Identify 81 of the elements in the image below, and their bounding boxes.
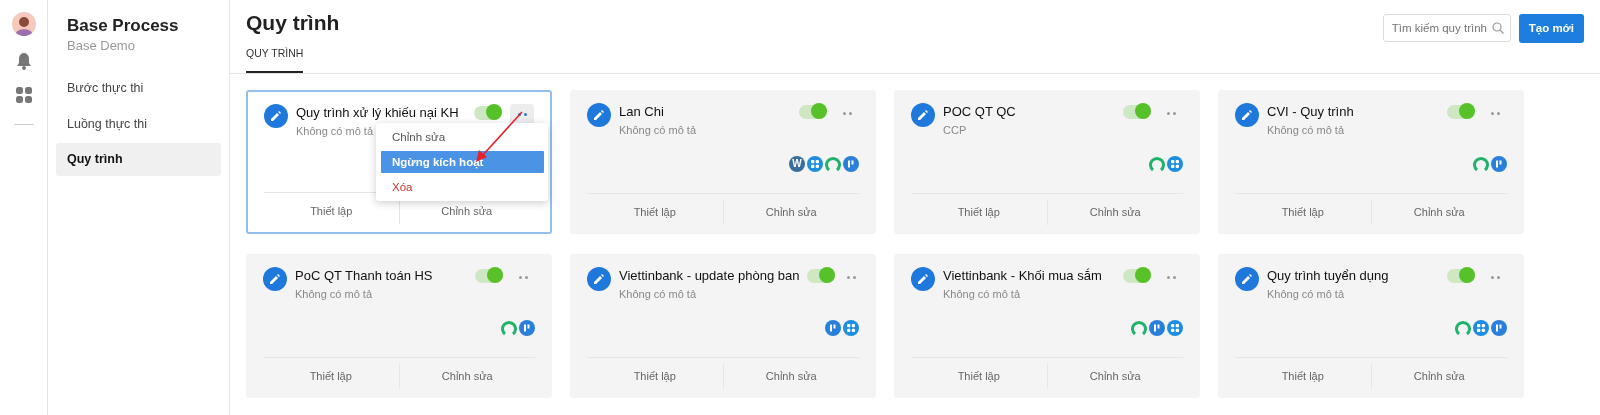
avatar[interactable] [11,12,36,36]
ring-app-icon [825,156,841,173]
card-description: Không có mô tả [943,286,1021,302]
edit-icon[interactable] [911,102,935,127]
ring-app-icon [1131,320,1147,337]
ring-app-icon [501,320,517,337]
card-action[interactable]: Thiết lập [587,200,723,225]
grid-app-icon [807,156,823,173]
card-action[interactable]: Chỉnh sửa [1370,200,1507,225]
card-action[interactable]: Thiết lập [264,199,399,224]
card-title: CVI - Quy trình [1267,102,1354,121]
card-title: Lan Chi [619,102,664,121]
grid-app-icon [1167,156,1183,173]
card-title: Quy trình tuyển dụng [1267,266,1389,285]
toggle-switch[interactable] [1447,104,1475,119]
sidebar-item[interactable]: Bước thực thi [56,71,221,105]
app-badge: W [789,156,805,173]
card-title: Quy trình xử lý khiếu nại KH [296,103,459,122]
toggle-switch[interactable] [1447,268,1475,283]
toggle-switch[interactable] [1123,268,1151,283]
card-action[interactable]: Thiết lập [911,200,1047,225]
card-action[interactable]: Chỉnh sửa [398,364,535,389]
bars-app-icon [843,156,859,173]
card-action[interactable]: Chỉnh sửa [1046,200,1183,225]
app-subtitle: Base Demo [66,37,136,56]
bars-app-icon [519,320,535,337]
card-action[interactable]: Thiết lập [587,364,723,389]
edit-icon[interactable] [911,266,935,291]
toggle-switch[interactable] [475,268,503,283]
card-action[interactable]: Thiết lập [263,364,399,389]
card-action[interactable]: Thiết lập [1235,364,1371,389]
card-action[interactable]: Chỉnh sửa [722,200,859,225]
card-description: Không có mô tả [619,286,697,302]
menu-item[interactable]: Chỉnh sửa [376,125,548,148]
card-action[interactable]: Thiết lập [1235,200,1371,225]
card-title: PoC QT Thanh toán HS [295,266,433,285]
card-title: Viettinbank - update phòng ban [619,266,800,285]
bars-app-icon [825,320,841,337]
bars-app-icon [1491,156,1507,173]
ring-app-icon [1149,156,1165,173]
card-title: POC QT QC [943,102,1016,121]
card-description: CCP [943,122,967,138]
edit-icon[interactable] [263,266,287,291]
create-button[interactable]: Tạo mới [1518,14,1584,43]
card-action[interactable]: Chỉnh sửa [722,364,859,389]
card-action[interactable]: Thiết lập [911,364,1047,389]
grid-app-icon [1167,320,1183,337]
card-description: Không có mô tả [296,123,374,139]
sidebar-item[interactable]: Quy trình [56,143,221,177]
edit-icon[interactable] [587,102,611,127]
card-description: Không có mô tả [1267,122,1345,138]
apps-icon[interactable] [14,86,33,104]
toggle-switch[interactable] [807,268,836,283]
sidebar-item[interactable]: Luồng thực thi [56,107,221,141]
toggle-switch[interactable] [474,105,502,120]
search-icon [1491,22,1504,34]
ring-app-icon [1455,320,1471,337]
card-action[interactable]: Chỉnh sửa [1046,364,1183,389]
edit-icon[interactable] [587,266,611,291]
grid-app-icon [1473,320,1489,337]
toggle-switch[interactable] [799,104,827,119]
ring-app-icon [1473,156,1489,173]
grid-app-icon [843,320,859,337]
tab[interactable]: QUY TRÌNH [246,38,304,73]
card-title: Viettinbank - Khối mua sắm [943,266,1102,285]
bell-icon[interactable] [15,52,32,70]
edit-icon[interactable] [1235,266,1259,291]
search-field[interactable]: Tìm kiếm quy trình [1382,14,1511,42]
card-description: Không có mô tả [295,286,373,302]
card-description: Không có mô tả [1267,286,1345,302]
app-title: Base Process [66,16,180,37]
toggle-switch[interactable] [1123,104,1151,119]
menu-item[interactable]: Ngừng kích hoạt [381,150,544,173]
menu-item[interactable]: Xóa [376,175,548,198]
bars-app-icon [1149,320,1165,337]
card-action[interactable]: Chỉnh sửa [1370,364,1507,389]
edit-icon[interactable] [1235,102,1259,127]
bars-app-icon [1491,320,1507,337]
page-title: Quy trình [246,10,340,36]
edit-icon[interactable] [264,103,288,128]
card-description: Không có mô tả [619,122,697,138]
